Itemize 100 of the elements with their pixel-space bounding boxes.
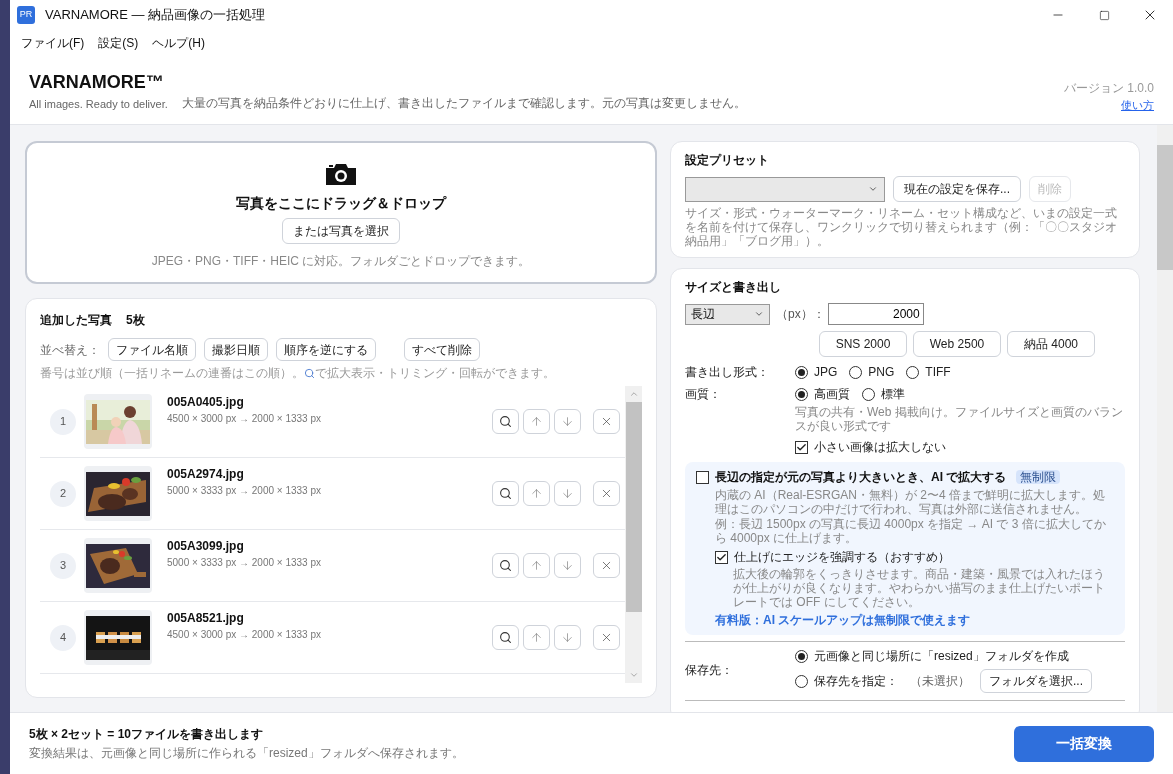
remove-button[interactable] bbox=[593, 481, 620, 506]
checkbox-label: 長辺の指定が元の写真より大きいとき、AI で拡大する bbox=[715, 469, 1007, 486]
chevron-up-icon[interactable] bbox=[628, 389, 639, 399]
zoom-button[interactable] bbox=[492, 625, 519, 650]
sort-button[interactable]: 順序を逆にする bbox=[276, 338, 376, 361]
camera-icon bbox=[326, 163, 356, 185]
remove-button[interactable] bbox=[593, 409, 620, 434]
arrow-down-icon bbox=[561, 631, 574, 644]
app-icon: PR bbox=[17, 6, 35, 24]
convert-button[interactable]: 一括変換 bbox=[1014, 725, 1154, 762]
zoom-button[interactable] bbox=[492, 481, 519, 506]
chevron-down-icon[interactable] bbox=[628, 670, 639, 680]
file-name: 005A8521.jpg bbox=[167, 610, 245, 627]
checkbox[interactable] bbox=[696, 470, 709, 484]
radio-label: 高画質 bbox=[814, 386, 850, 403]
destination-label: 保存先： bbox=[685, 662, 734, 679]
checkbox-label: 仕上げにエッジを強調する（おすすめ） bbox=[734, 549, 950, 566]
checkbox[interactable] bbox=[715, 550, 728, 564]
save-preset-button[interactable]: 現在の設定を保存... bbox=[893, 176, 1021, 202]
row-number: 2 bbox=[50, 480, 76, 507]
page-scrollbar[interactable] bbox=[1157, 125, 1173, 712]
move-down-button[interactable] bbox=[554, 625, 581, 650]
file-name: 005A3099.jpg bbox=[167, 538, 245, 555]
sort-label: 並べ替え： bbox=[40, 341, 100, 359]
photo-row[interactable]: 4 005A8521.jpg 4500 × 3000 px → 2000 × 1333 px bbox=[40, 602, 625, 674]
preset-select[interactable] bbox=[685, 176, 885, 202]
search-icon bbox=[499, 415, 512, 428]
ai-example: 例：長辺 1500px の写真に長辺 4000px を指定 → AI で 3 倍に拡大してから 4000px に仕上げます。 bbox=[715, 517, 1107, 545]
arrow-down-icon bbox=[561, 487, 574, 500]
hint-text: で拡大表示・トリミング・回転ができます。 bbox=[315, 365, 555, 382]
close-icon bbox=[600, 487, 613, 500]
menu-item[interactable]: 設定(S) bbox=[98, 33, 139, 52]
checkbox-label: 小さい画像は拡大しない bbox=[814, 439, 946, 456]
clear-all-button[interactable]: すべて削除 bbox=[404, 338, 480, 361]
remove-button[interactable] bbox=[593, 625, 620, 650]
close-icon bbox=[600, 559, 613, 572]
row-number: 1 bbox=[50, 408, 76, 435]
row-number: 4 bbox=[50, 624, 76, 651]
quality-label: 画質： bbox=[685, 386, 722, 403]
arrow-down-icon bbox=[561, 415, 574, 428]
sort-button[interactable]: 撮影日順 bbox=[204, 338, 268, 361]
radio-label: 保存先を指定： bbox=[814, 673, 898, 690]
radio-button[interactable] bbox=[906, 365, 920, 379]
arrow-down-icon bbox=[561, 559, 574, 572]
side-select[interactable]: 長辺 bbox=[685, 303, 770, 325]
file-name: 005A2974.jpg bbox=[167, 466, 245, 483]
move-down-button[interactable] bbox=[554, 481, 581, 506]
move-down-button[interactable] bbox=[554, 553, 581, 578]
file-name: 005A0405.jpg bbox=[167, 394, 245, 411]
search-icon bbox=[499, 631, 512, 644]
arrow-up-icon bbox=[530, 487, 543, 500]
list-scrollbar[interactable] bbox=[625, 386, 642, 683]
drop-title: 写真をここにドラッグ＆ドロップ bbox=[236, 194, 446, 213]
radio-label: 標準 bbox=[881, 386, 905, 403]
radio-button[interactable] bbox=[795, 649, 808, 663]
radio-label: PNG bbox=[868, 364, 895, 381]
radio-button[interactable] bbox=[795, 365, 808, 379]
dimensions: 5000 × 3333 px → 2000 × 1333 px bbox=[167, 556, 321, 570]
radio-button[interactable] bbox=[849, 365, 863, 379]
format-note: JPEG・PNG・TIFF・HEIC に対応。フォルダごとドロップできます。 bbox=[151, 253, 531, 270]
radio-label: 元画像と同じ場所に「resized」フォルダを作成 bbox=[814, 648, 1069, 665]
size-input[interactable]: 2000 bbox=[827, 303, 924, 325]
choose-folder-button[interactable]: フォルダを選択... bbox=[980, 669, 1092, 693]
search-icon bbox=[499, 487, 512, 500]
photo-row[interactable]: 1 005A0405.jpg 4500 × 3000 px → 2000 × 1333 px bbox=[40, 386, 625, 458]
unit-label: （px）： bbox=[776, 306, 825, 323]
close-icon bbox=[600, 415, 613, 428]
menu-item[interactable]: ヘルプ(H) bbox=[152, 33, 205, 52]
sort-button[interactable]: ファイル名順 bbox=[108, 338, 196, 361]
edge-note: 拡大後の輪郭をくっきりさせます。商品・建築・風景では入れたほうが仕上がりが良くなります。やわらかい描写のまま仕上げたいポートレートでは OFF にしてください。 bbox=[733, 567, 1106, 609]
dimensions: 4500 × 3000 px → 2000 × 1333 px bbox=[167, 412, 321, 426]
arrow-up-icon bbox=[530, 415, 543, 428]
search-icon bbox=[304, 367, 315, 379]
arrow-up-icon bbox=[530, 631, 543, 644]
tagline: All images. Ready to deliver. bbox=[29, 97, 168, 112]
checkbox[interactable] bbox=[795, 440, 808, 454]
window-title: VARNAMORE — 納品画像の一括処理 bbox=[45, 6, 266, 25]
zoom-button[interactable] bbox=[492, 553, 519, 578]
preset-note: サイズ・形式・ウォーターマーク・リネーム・セット構成など、いまの設定一式を名前を付けて保存し、ワンクリックで切り替えられます（例：「〇〇スタジオ納品用」「ブログ用」）。 bbox=[685, 206, 1118, 248]
select-photos-button[interactable]: または写真を選択 bbox=[282, 218, 400, 244]
radio-button[interactable] bbox=[795, 674, 808, 688]
size-preset-button[interactable]: Web 2500 bbox=[913, 331, 1001, 357]
size-preset-button[interactable]: 納品 4000 bbox=[1007, 331, 1095, 357]
photo-count: 5枚 bbox=[126, 312, 145, 329]
radio-button[interactable] bbox=[795, 387, 808, 401]
drop-zone[interactable]: 写真をここにドラッグ＆ドロップ または写真を選択 JPEG・PNG・TIFF・HEIC に対応。フォルダごとドロップできます。 bbox=[25, 141, 657, 284]
photo-row[interactable]: 2 005A2974.jpg 5000 × 3333 px → 2000 × 1333 px bbox=[40, 458, 625, 530]
zoom-button[interactable] bbox=[492, 409, 519, 434]
menu-item[interactable]: ファイル(F) bbox=[21, 33, 85, 52]
section-title: 設定プリセット bbox=[685, 152, 770, 169]
section-title: サイズと書き出し bbox=[685, 279, 782, 296]
version-label: バージョン 1.0.0 bbox=[1063, 80, 1154, 97]
radio-button[interactable] bbox=[862, 387, 875, 401]
help-link[interactable]: 使い方 bbox=[1121, 97, 1154, 114]
photo-row[interactable]: 3 005A3099.jpg 5000 × 3333 px → 2000 × 1333 px bbox=[40, 530, 625, 602]
move-down-button[interactable] bbox=[554, 409, 581, 434]
upgrade-link[interactable]: 有料版：AI スケールアップは無制限で使えます bbox=[715, 611, 1114, 629]
hint-text: 番号は並び順（一括リネームの連番はこの順）。 bbox=[40, 365, 304, 382]
remove-button[interactable] bbox=[593, 553, 620, 578]
size-preset-button[interactable]: SNS 2000 bbox=[819, 331, 907, 357]
